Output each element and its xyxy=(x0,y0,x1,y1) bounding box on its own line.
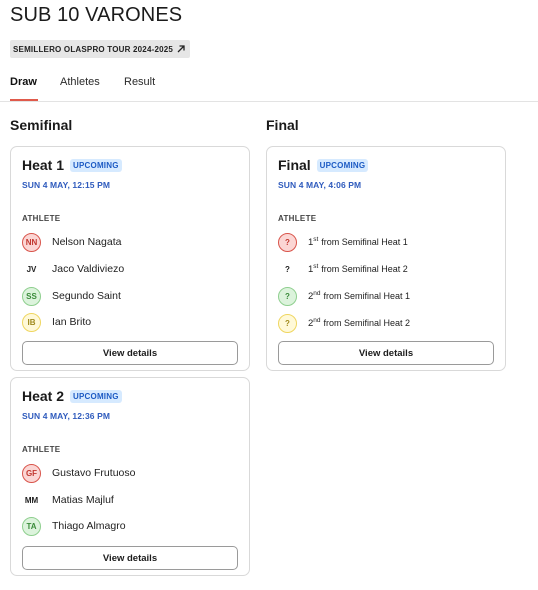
status-badge: UPCOMING xyxy=(316,158,369,172)
heat-title: Final xyxy=(278,157,311,173)
final-slot-row: ? 1st from Semifinal Heat 2 xyxy=(278,259,408,279)
athlete-row: MM Matias Majluf xyxy=(22,490,114,510)
final-slot-row: ? 2nd from Semifinal Heat 2 xyxy=(278,313,410,333)
semifinal-column-title: Semifinal xyxy=(10,117,73,133)
athlete-row: JV Jaco Valdiviezo xyxy=(22,259,124,279)
avatar: SS xyxy=(22,286,41,306)
athlete-row: TA Thiago Almagro xyxy=(22,516,126,536)
final-slot-row: ? 1st from Semifinal Heat 1 xyxy=(278,232,408,252)
athlete-row: IB Ian Brito xyxy=(22,312,91,332)
avatar: GF xyxy=(22,463,41,483)
view-details-button[interactable]: View details xyxy=(22,341,238,365)
tab-result[interactable]: Result xyxy=(124,76,155,88)
tab-bar: Draw Athletes Result xyxy=(0,68,538,102)
avatar: ? xyxy=(278,286,297,306)
tab-athletes[interactable]: Athletes xyxy=(60,76,100,88)
view-details-button[interactable]: View details xyxy=(278,341,494,365)
view-details-button[interactable]: View details xyxy=(22,546,238,570)
final-column-title: Final xyxy=(266,117,299,133)
heat-datetime: SUN 4 MAY, 4:06 PM xyxy=(278,180,362,190)
slot-source: 1st from Semifinal Heat 1 xyxy=(308,236,408,248)
avatar: NN xyxy=(22,232,41,252)
athlete-name: Segundo Saint xyxy=(52,290,121,302)
heat-1-card: Heat 1 UPCOMING SUN 4 MAY, 12:15 PM ATHL… xyxy=(10,146,250,371)
slot-source: 2nd from Semifinal Heat 1 xyxy=(308,290,410,302)
athlete-name: Jaco Valdiviezo xyxy=(52,263,125,275)
arrow-up-right-icon xyxy=(176,44,186,54)
heat-2-card: Heat 2 UPCOMING SUN 4 MAY, 12:36 PM ATHL… xyxy=(10,377,250,576)
tab-draw[interactable]: Draw xyxy=(10,76,37,88)
avatar: IB xyxy=(22,312,41,332)
athlete-column-label: ATHLETE xyxy=(278,214,317,223)
slot-source: 1st from Semifinal Heat 2 xyxy=(308,263,408,275)
status-badge: UPCOMING xyxy=(70,389,122,403)
athlete-row: NN Nelson Nagata xyxy=(22,232,121,252)
page-title: SUB 10 VARONES xyxy=(10,4,183,26)
avatar: MM xyxy=(22,490,41,510)
tour-link[interactable]: SEMILLERO OLASPRO TOUR 2024-2025 xyxy=(10,40,191,58)
athlete-name: Matias Majluf xyxy=(52,494,114,506)
heat-datetime: SUN 4 MAY, 12:36 PM xyxy=(22,411,111,421)
status-badge: UPCOMING xyxy=(70,158,122,172)
athlete-name: Ian Brito xyxy=(52,316,92,328)
heat-datetime: SUN 4 MAY, 12:15 PM xyxy=(22,180,111,190)
avatar: ? xyxy=(278,232,297,252)
athlete-row: SS Segundo Saint xyxy=(22,286,121,306)
slot-source: 2nd from Semifinal Heat 2 xyxy=(308,317,410,329)
avatar: ? xyxy=(278,313,297,333)
final-slot-row: ? 2nd from Semifinal Heat 1 xyxy=(278,286,410,306)
avatar: TA xyxy=(22,516,41,536)
athlete-column-label: ATHLETE xyxy=(22,214,61,223)
active-tab-indicator xyxy=(10,99,38,101)
athlete-name: Nelson Nagata xyxy=(52,236,122,248)
avatar: JV xyxy=(22,259,41,279)
avatar: ? xyxy=(278,259,297,279)
final-card: Final UPCOMING SUN 4 MAY, 4:06 PM ATHLET… xyxy=(266,146,506,371)
athlete-name: Thiago Almagro xyxy=(52,520,126,532)
heat-title: Heat 2 xyxy=(22,388,65,404)
tour-link-label: SEMILLERO OLASPRO TOUR 2024-2025 xyxy=(13,44,174,54)
athlete-column-label: ATHLETE xyxy=(22,445,61,454)
athlete-row: GF Gustavo Frutuoso xyxy=(22,463,135,483)
heat-title: Heat 1 xyxy=(22,157,65,173)
athlete-name: Gustavo Frutuoso xyxy=(52,467,136,479)
